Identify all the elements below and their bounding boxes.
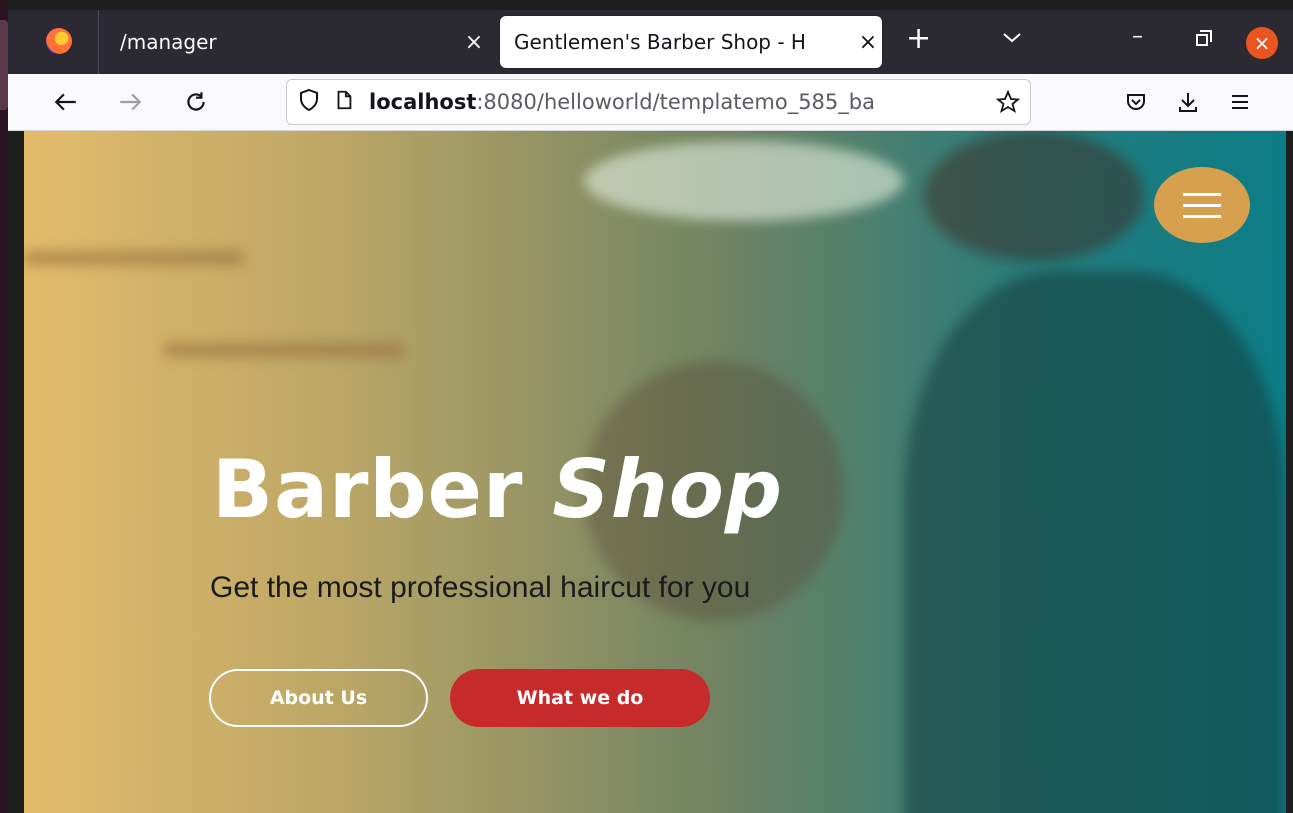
close-icon[interactable]: × [854,30,882,55]
arrow-left-icon [54,93,76,111]
arrow-right-icon [120,93,142,111]
dock-handle [0,20,8,110]
hero-title-main: Barber [212,443,553,536]
back-button[interactable] [46,82,86,122]
hero-title: Barber Shop [212,443,783,536]
tab-barber-shop[interactable]: Gentlemen's Barber Shop - H × [500,16,882,68]
hero-photo-shape [924,131,1144,261]
url-text[interactable]: localhost:8080/helloworld/templatemo_585… [369,90,986,114]
what-we-do-button[interactable]: What we do [450,669,710,727]
tab-separator [98,10,99,74]
window-close-button[interactable]: × [1246,27,1278,59]
menu-bar [1183,203,1221,207]
new-tab-button[interactable]: + [906,24,931,54]
firefox-icon[interactable] [46,28,72,54]
address-bar[interactable]: localhost:8080/helloworld/templatemo_585… [286,79,1031,125]
tab-title: /manager [120,30,217,54]
bookmark-star-icon[interactable] [986,90,1030,114]
hamburger-menu-button[interactable] [1154,167,1250,243]
hero-photo-shape [584,141,904,221]
tracking-protection-icon[interactable] [297,88,333,116]
hero-subtitle: Get the most professional haircut for yo… [210,571,751,604]
app-menu-button[interactable] [1220,82,1260,122]
pocket-button[interactable] [1116,82,1156,122]
page-info-icon[interactable] [333,89,369,115]
url-host: localhost [369,90,477,114]
pocket-icon [1127,94,1145,110]
tab-manager[interactable]: /manager × [108,16,488,68]
menu-bar [1183,192,1221,196]
hero-photo-shape [164,343,404,357]
url-path: :8080/helloworld/templatemo_585_ba [476,90,875,114]
tab-title: Gentlemen's Barber Shop - H [514,30,806,54]
hero-section: Barber Shop Get the most professional ha… [24,131,1286,813]
forward-button[interactable] [110,82,150,122]
browser-nav-bar: localhost:8080/helloworld/templatemo_585… [8,74,1293,131]
download-icon [1179,93,1197,112]
close-icon[interactable]: × [460,30,488,55]
hero-photo-shape [904,271,1284,813]
menu-bar [1183,214,1221,218]
restore-button[interactable] [1196,30,1212,46]
browser-tab-bar: /manager × Gentlemen's Barber Shop - H ×… [8,10,1293,74]
hero-photo-shape [24,251,244,265]
downloads-button[interactable] [1168,82,1208,122]
reload-icon [187,92,205,111]
chevron-down-icon[interactable] [1000,26,1024,50]
minimize-button[interactable]: – [1132,24,1143,49]
about-us-button[interactable]: About Us [209,669,428,727]
menu-icon [1232,95,1248,109]
reload-button[interactable] [176,82,216,122]
hero-title-emphasis: Shop [552,443,784,536]
desktop-edge [0,0,8,813]
